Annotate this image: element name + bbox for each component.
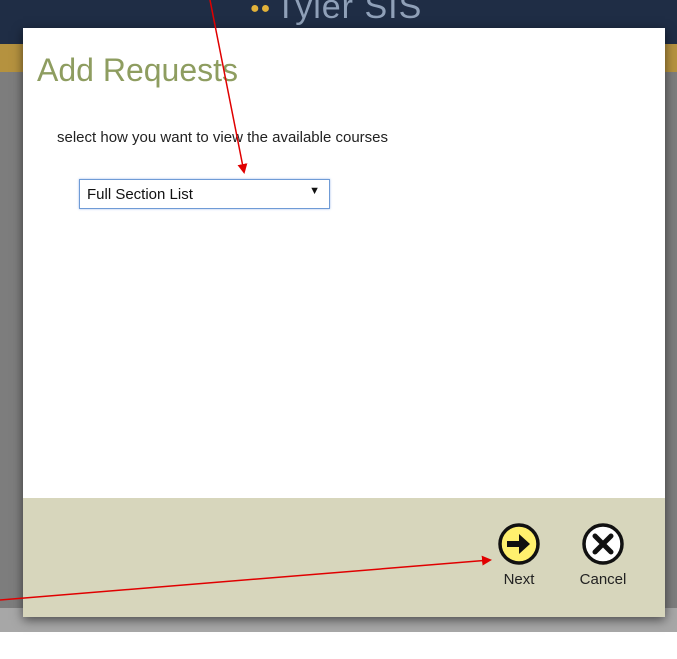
next-button[interactable]: Next xyxy=(489,522,549,608)
cancel-x-icon xyxy=(582,523,624,565)
course-view-select[interactable]: Full Section List ▼ xyxy=(79,179,330,209)
dialog-title: Add Requests xyxy=(37,52,239,88)
dropdown-arrow-icon: ▼ xyxy=(309,185,320,197)
dialog-footer: Next Cancel xyxy=(23,498,665,617)
add-requests-dialog: Add Requests select how you want to view… xyxy=(23,28,665,617)
page-bottom xyxy=(0,632,677,659)
next-arrow-icon xyxy=(498,523,540,565)
next-button-label: Next xyxy=(503,571,535,588)
app-logo: ●● Tyler SIS xyxy=(250,0,423,26)
course-view-selected-value: Full Section List xyxy=(87,186,193,203)
view-instruction-text: select how you want to view the availabl… xyxy=(57,129,389,146)
cancel-button-label: Cancel xyxy=(579,571,627,588)
cancel-button[interactable]: Cancel xyxy=(573,522,633,608)
